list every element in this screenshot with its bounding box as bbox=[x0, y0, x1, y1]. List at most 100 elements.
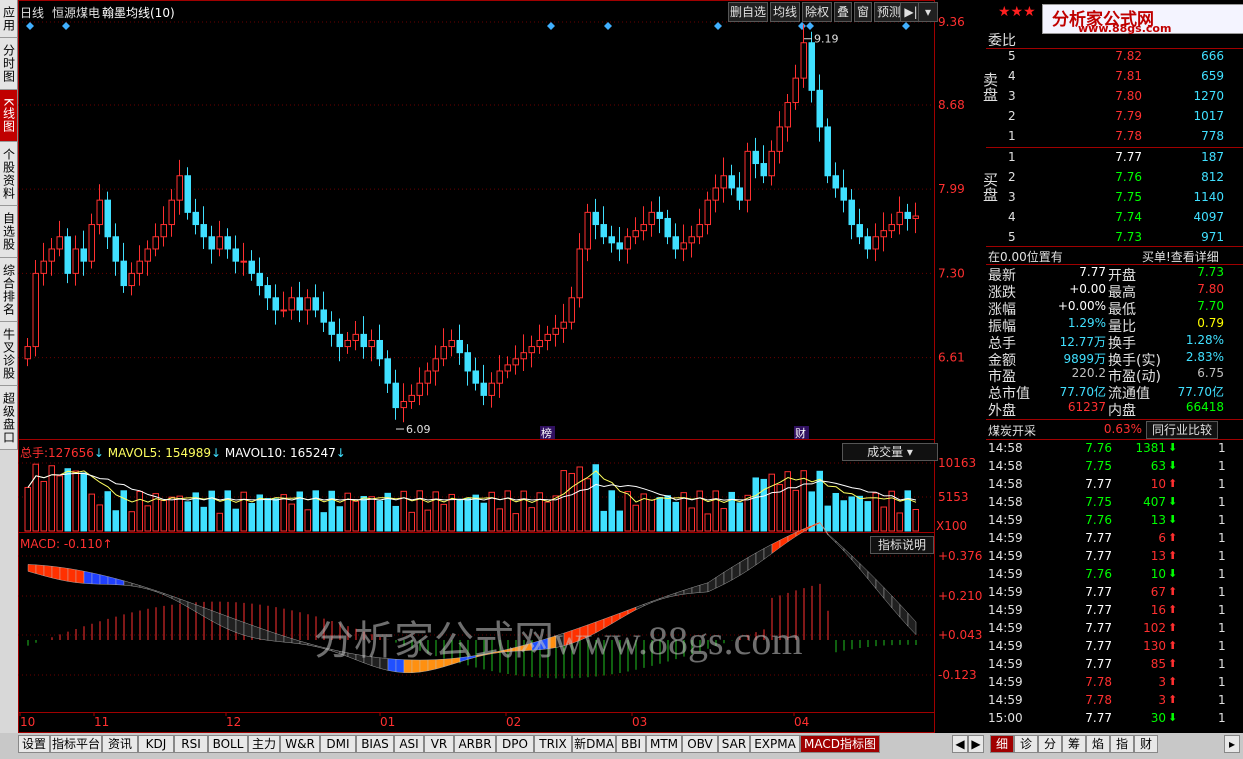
panel-tab-5[interactable]: 指 bbox=[1110, 735, 1134, 753]
indicator-tab-8[interactable]: DMI bbox=[320, 735, 356, 753]
scroll-left-icon[interactable]: ◀ bbox=[952, 735, 968, 753]
macd-ribbon bbox=[75, 569, 85, 584]
left-tab-0[interactable]: 应用 bbox=[0, 0, 18, 38]
indicator-tab-6[interactable]: 主力 bbox=[248, 735, 280, 753]
left-tab-2[interactable]: K线图 bbox=[0, 90, 18, 142]
indicator-explain-button[interactable]: 指标说明 bbox=[870, 536, 934, 554]
tick-time: 14:59 bbox=[988, 567, 1023, 581]
volume-bar bbox=[240, 491, 247, 532]
left-tab-1[interactable]: 分时图 bbox=[0, 38, 18, 90]
sell-price: 7.79 bbox=[1115, 109, 1142, 123]
panel-tab-1[interactable]: 诊 bbox=[1014, 735, 1038, 753]
volume-bar bbox=[112, 510, 119, 532]
indicator-tab-9[interactable]: BIAS bbox=[356, 735, 394, 753]
tick-up-arrow-icon: ⬆ bbox=[1168, 477, 1178, 490]
buy-detail-link[interactable]: 买单!查看详细 bbox=[1142, 248, 1219, 265]
left-tab-7[interactable]: 超级盘口 bbox=[0, 386, 18, 450]
indicator-tab-3[interactable]: KDJ bbox=[138, 735, 174, 753]
candle-body bbox=[160, 224, 167, 238]
volume-bar bbox=[224, 490, 231, 532]
indicator-tab-13[interactable]: DPO bbox=[496, 735, 534, 753]
indicator-tab-7[interactable]: W&R bbox=[280, 735, 320, 753]
candle-body bbox=[224, 236, 231, 250]
indicator-tab-15[interactable]: 新DMA bbox=[572, 735, 616, 753]
left-tab-5[interactable]: 综合排名 bbox=[0, 258, 18, 322]
candle-body bbox=[896, 211, 903, 226]
indicator-tab-19[interactable]: SAR bbox=[718, 735, 750, 753]
macd-ribbon bbox=[187, 601, 197, 613]
candle-body bbox=[592, 211, 599, 226]
toolbar-button-0[interactable]: 删自选 bbox=[728, 2, 768, 22]
volume-bar bbox=[72, 470, 79, 532]
panel-menu-icon[interactable]: ▸ bbox=[1224, 735, 1240, 753]
indicator-tab-21[interactable]: MACD指标图 bbox=[800, 735, 880, 753]
volume-header: 总手:127656↓ MAVOL5: 154989↓ MAVOL10: 1652… bbox=[20, 444, 346, 461]
volume-bar bbox=[24, 486, 31, 532]
volume-bar bbox=[752, 477, 759, 532]
candle-body bbox=[552, 327, 559, 335]
indicator-tab-1[interactable]: 指标平台 bbox=[50, 735, 102, 753]
volume-bar bbox=[336, 506, 343, 532]
volume-bar bbox=[432, 491, 439, 532]
indicator-tab-2[interactable]: 资讯 bbox=[102, 735, 138, 753]
indicator-tab-10[interactable]: ASI bbox=[394, 735, 424, 753]
indicator-tab-4[interactable]: RSI bbox=[174, 735, 208, 753]
candle-body bbox=[752, 150, 759, 165]
toolbar-button-3[interactable]: 叠 bbox=[834, 2, 852, 22]
sell-level: 3 bbox=[1008, 89, 1016, 103]
volume-bar bbox=[304, 509, 311, 532]
indicator-tab-11[interactable]: VR bbox=[424, 735, 454, 753]
buy-volume: 812 bbox=[1201, 170, 1224, 184]
scroll-right-icon[interactable]: ▶ bbox=[968, 735, 984, 753]
candle-body bbox=[200, 224, 207, 238]
left-tab-3[interactable]: 个股资料 bbox=[0, 142, 18, 206]
panel-tab-6[interactable]: 财 bbox=[1134, 735, 1158, 753]
indicator-tab-0[interactable]: 设置 bbox=[18, 735, 50, 753]
panel-tab-0[interactable]: 细 bbox=[990, 735, 1014, 753]
industry-compare-button[interactable]: 同行业比较 bbox=[1146, 421, 1218, 439]
sell-price: 7.78 bbox=[1115, 129, 1142, 143]
indicator-tab-12[interactable]: ARBR bbox=[454, 735, 496, 753]
candle-body bbox=[272, 297, 279, 311]
kline-chart-area[interactable]: 9.36 8.68 7.99 7.30 6.61 9.19 6.09 榜 财 10163 5153 X… bbox=[18, 0, 986, 733]
volume-bar bbox=[216, 512, 223, 532]
tick-time: 15:00 bbox=[988, 711, 1023, 725]
volume-bar bbox=[520, 490, 527, 532]
panel-tab-3[interactable]: 筹 bbox=[1062, 735, 1086, 753]
candle-body bbox=[768, 150, 775, 177]
indicator-tab-16[interactable]: BBI bbox=[616, 735, 646, 753]
volume-bar bbox=[504, 490, 511, 532]
toolbar-button-1[interactable]: 均线 bbox=[770, 2, 800, 22]
left-tab-4[interactable]: 自选股 bbox=[0, 206, 18, 258]
panel-tab-2[interactable]: 分 bbox=[1038, 735, 1062, 753]
indicator-tab-5[interactable]: BOLL bbox=[208, 735, 248, 753]
indicator-tab-20[interactable]: EXPMA bbox=[750, 735, 800, 753]
tick-volume: 16 bbox=[1150, 603, 1166, 617]
sell-price: 7.81 bbox=[1115, 69, 1142, 83]
chevron-down-icon[interactable]: ▾ bbox=[918, 2, 938, 22]
indicator-tab-14[interactable]: TRIX bbox=[534, 735, 572, 753]
volume-label: 总手: bbox=[20, 446, 49, 460]
left-tab-6[interactable]: 牛叉诊股 bbox=[0, 322, 18, 386]
candle-body bbox=[168, 199, 175, 226]
tick-time: 14:58 bbox=[988, 477, 1023, 491]
tick-volume: 3 bbox=[1158, 675, 1166, 689]
date-axis-label: 03 bbox=[632, 715, 647, 729]
volume-dropdown[interactable]: 成交量 ▾ bbox=[842, 443, 938, 461]
sell-level: 5 bbox=[1008, 49, 1016, 63]
toolbar-button-4[interactable]: 窗 bbox=[854, 2, 872, 22]
candle-body bbox=[872, 236, 879, 250]
toolbar-button-2[interactable]: 除权 bbox=[802, 2, 832, 22]
volume-bar bbox=[480, 502, 487, 532]
tick-time: 14:59 bbox=[988, 531, 1023, 545]
panel-tab-4[interactable]: 焰 bbox=[1086, 735, 1110, 753]
tick-volume: 67 bbox=[1150, 585, 1166, 599]
period-label[interactable]: 日线 bbox=[20, 4, 44, 21]
price-axis-label: 7.30 bbox=[938, 266, 965, 280]
tick-down-arrow-icon: ⬇ bbox=[1168, 567, 1178, 580]
indicator-tab-18[interactable]: OBV bbox=[682, 735, 718, 753]
tick-time: 14:59 bbox=[988, 639, 1023, 653]
macd-ribbon bbox=[235, 619, 245, 636]
macd-ribbon bbox=[851, 555, 861, 570]
indicator-tab-17[interactable]: MTM bbox=[646, 735, 682, 753]
